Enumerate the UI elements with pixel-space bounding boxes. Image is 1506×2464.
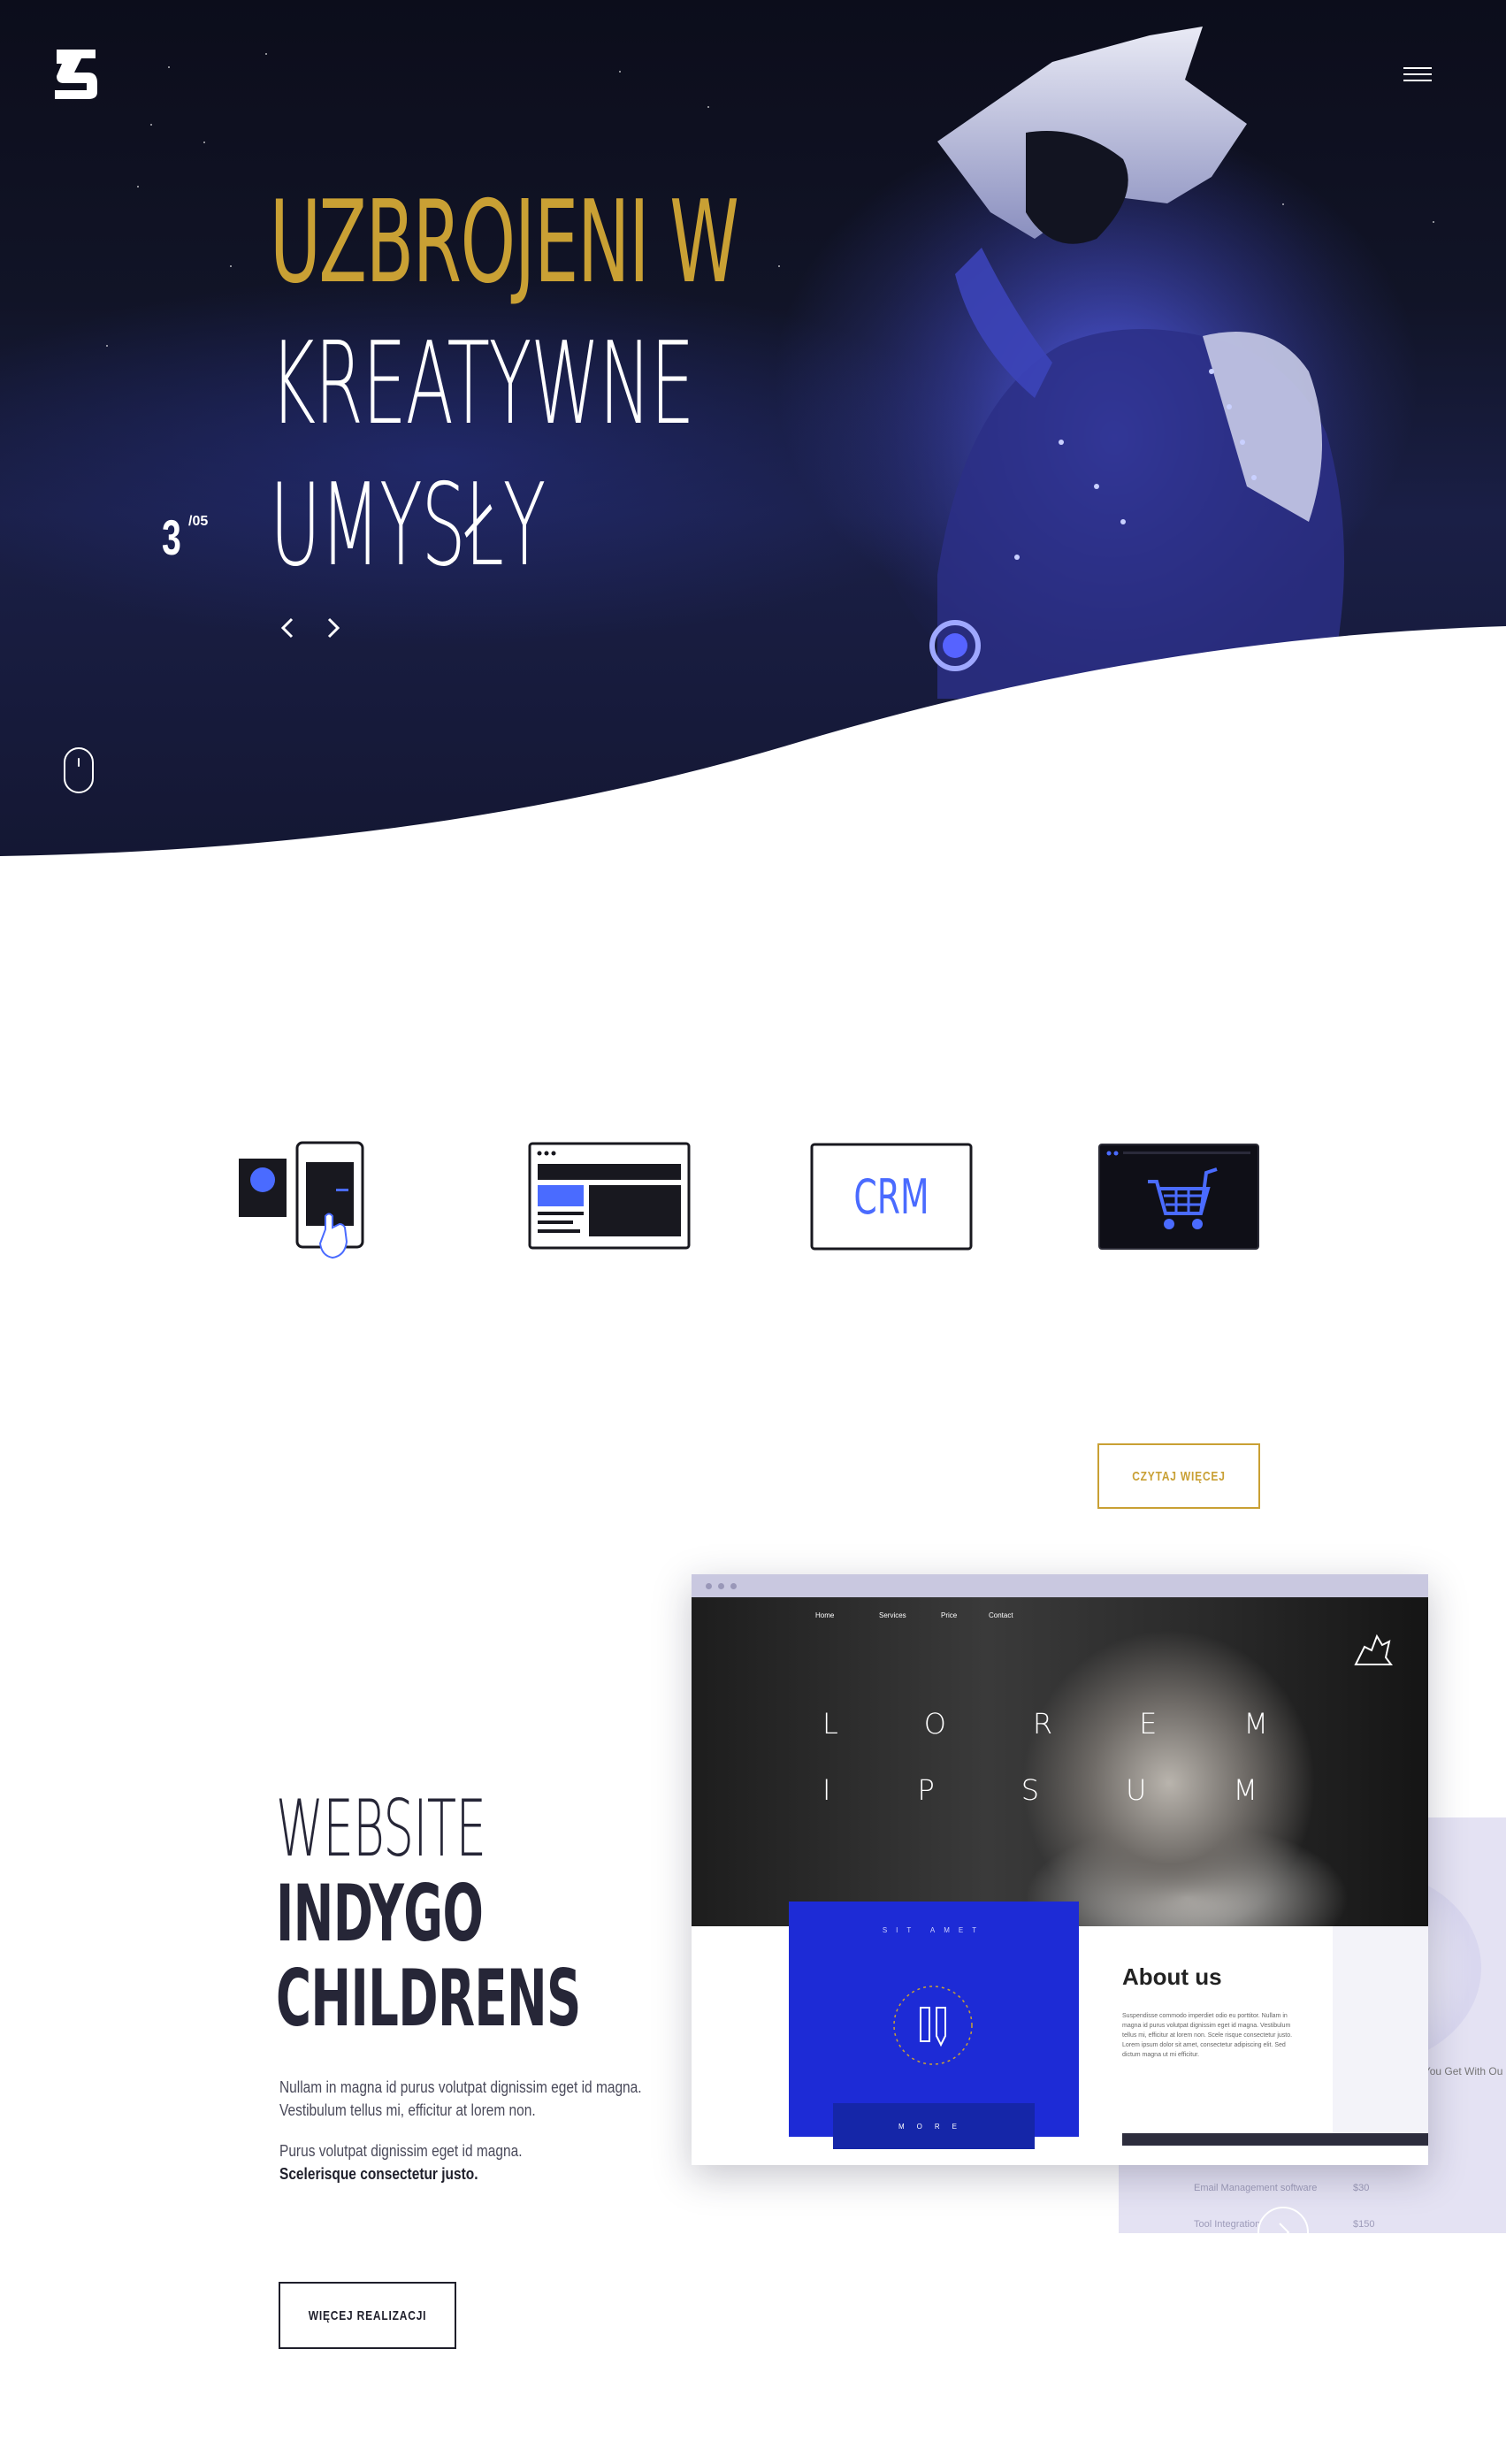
mockup-next-arrow-icon[interactable]: [1258, 2207, 1309, 2233]
project-mockup-screenshot[interactable]: Home Services Price Contact LOREM IPSUM …: [692, 1574, 1428, 2165]
project-desc-paragraph-1: Nullam in magna id purus volutpat dignis…: [279, 2078, 642, 2119]
mockup-browser-bar: [692, 1574, 1428, 1597]
more-projects-label: WIĘCEJ REALIZACJI: [308, 2307, 427, 2323]
project-desc-paragraph-2: Purus volutpat dignissim eget id magna. …: [279, 2139, 645, 2185]
mockup-knight-logo-icon: [1354, 1634, 1393, 1665]
mockup-blue-panel: SIT AMET MORE: [789, 1902, 1079, 2149]
mockup-more-label: MORE: [898, 2122, 969, 2131]
project-title: WEBSITE INDYGO CHILDRENS: [276, 1787, 768, 2041]
project-desc-paragraph-2-bold: Scelerisque consectetur justo.: [279, 2165, 478, 2183]
services-row: CRM: [0, 1132, 1506, 1265]
mockup-nav-services: Services: [879, 1611, 906, 1619]
slide-counter: 3 /05: [162, 509, 208, 566]
project-description: Nullam in magna id purus volutpat dignis…: [279, 2076, 651, 2203]
project-title-line-2: INDYGO: [276, 1868, 484, 1959]
hero-section: UZBROJENI W KREATYWNE UMYSŁY 3 /05: [0, 0, 1506, 858]
more-projects-button[interactable]: WIĘCEJ REALIZACJI: [279, 2282, 456, 2349]
mockup-hero-photo: [692, 1597, 1428, 1926]
mockup-about-text: Suspendisse commodo imperdiet odio eu po…: [1122, 2013, 1293, 2058]
prev-slide-arrow-icon[interactable]: [274, 610, 301, 646]
mockup-ipsum-text: IPSUM: [822, 1773, 1345, 1807]
hero-title-line-2: KREATYWNE: [270, 318, 694, 450]
hero-title: UZBROJENI W KREATYWNE UMYSŁY: [270, 172, 1025, 597]
hamburger-menu-icon[interactable]: [1403, 67, 1432, 87]
mockup-pencil-ruler-icon: [893, 1986, 973, 2065]
project-title-line-1: WEBSITE: [276, 1783, 486, 1874]
mockup-about-title: About us: [1122, 1963, 1222, 1990]
mockup-secondary-row-1: Email Management software: [1194, 2183, 1318, 2193]
mockup-footer-bar: [1122, 2133, 1428, 2146]
brand-logo[interactable]: [51, 46, 101, 103]
website-layout-icon[interactable]: [527, 1132, 692, 1265]
project-title-line-3: CHILDRENS: [276, 1953, 581, 2044]
crm-label: CRM: [853, 1169, 929, 1225]
read-more-label: CZYTAJ WIĘCEJ: [1132, 1468, 1226, 1484]
scroll-mouse-icon[interactable]: [64, 747, 94, 793]
slide-total: /05: [188, 514, 209, 529]
next-slide-arrow-icon[interactable]: [320, 610, 347, 646]
hero-title-line-1: UZBROJENI W: [270, 177, 739, 309]
mobile-app-icon[interactable]: [237, 1132, 370, 1265]
hero-title-line-3: UMYSŁY: [270, 460, 546, 592]
chevron-right-icon: [1279, 2223, 1290, 2233]
mockup-nav-price: Price: [941, 1611, 958, 1619]
mockup-sit-amet: SIT AMET: [882, 1926, 986, 1934]
mockup-secondary-row-1-price: $30: [1353, 2183, 1370, 2193]
mockup-nav-contact: Contact: [989, 1611, 1013, 1619]
mockup-nav-home: Home: [815, 1611, 835, 1619]
mockup-secondary-row-2: Tool Integration: [1194, 2219, 1261, 2230]
crm-icon[interactable]: CRM: [810, 1132, 973, 1265]
shopping-cart-icon[interactable]: [1097, 1132, 1261, 1265]
mockup-more-button[interactable]: MORE: [833, 2103, 1035, 2149]
mockup-pattern-panel: [1333, 1926, 1428, 2133]
mockup-lorem-text: LOREM: [822, 1707, 1355, 1741]
mockup-secondary-row-2-price: $150: [1353, 2219, 1375, 2230]
read-more-button[interactable]: CZYTAJ WIĘCEJ: [1097, 1443, 1260, 1509]
project-desc-paragraph-2-text: Purus volutpat dignissim eget id magna.: [279, 2142, 523, 2160]
slide-current: 3: [162, 509, 181, 565]
